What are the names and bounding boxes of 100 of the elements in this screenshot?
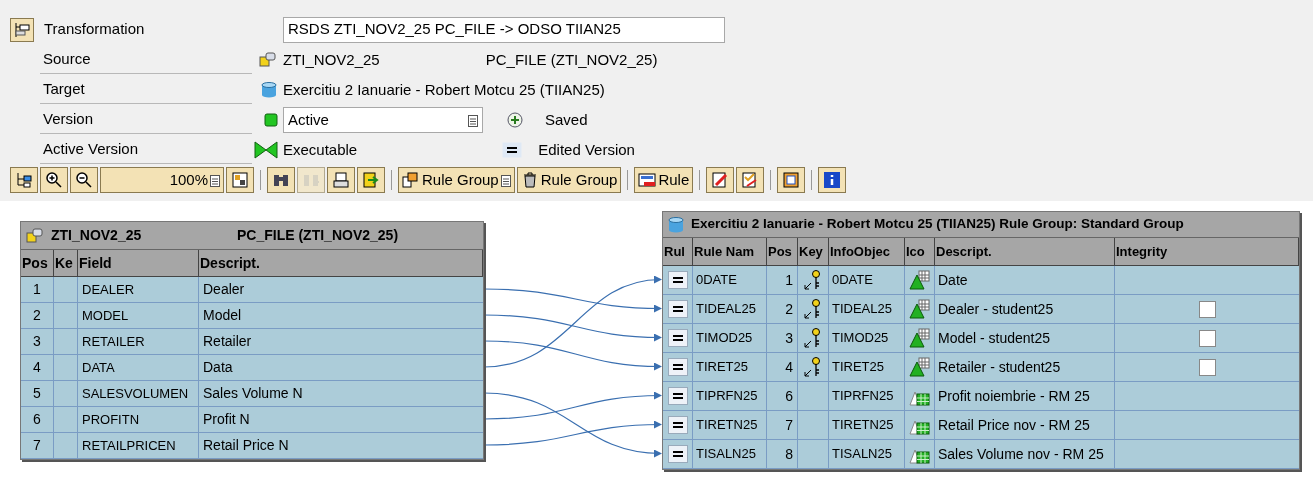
table-cell: TIMOD25 [693, 324, 767, 352]
integrity-checkbox[interactable] [1198, 300, 1216, 318]
table-cell: 2 [767, 295, 798, 323]
table-cell: 3 [21, 329, 54, 354]
hierarchy-icon [14, 21, 30, 38]
status-text: Saved [545, 109, 588, 130]
info-icon [823, 171, 842, 189]
equals-icon[interactable] [667, 300, 688, 318]
table-cell: DATA [78, 355, 199, 380]
table-cell: TIPRFN25 [829, 382, 905, 410]
table-cell-text: Dealer [202, 280, 246, 299]
key-icon [803, 298, 823, 320]
table-cell: 0DATE [693, 266, 767, 294]
table-cell: 7 [21, 433, 54, 458]
table-cell: Retailer - student25 [935, 353, 1115, 381]
table-cell-text: Profit N [202, 410, 251, 429]
dropdown-icon [210, 173, 220, 187]
column-header: Ke [54, 250, 78, 276]
toolbar-button[interactable] [818, 167, 847, 193]
key-icon [803, 269, 823, 291]
field-label: Version [40, 106, 252, 134]
table-title: Exercitiu 2 Ianuarie - Robert Motcu 25 (TIIAN25) Rule Group: Standard Group [691, 215, 1184, 234]
table-cell: PROFITN [78, 407, 199, 432]
plug-icon [258, 51, 278, 69]
table-cell: MODEL [78, 303, 199, 328]
table-cell: TIDEAL25 [693, 295, 767, 323]
table-cell: RETAILPRICEN [78, 433, 199, 458]
toolbar-button[interactable] [777, 167, 806, 193]
toolbar-button[interactable]: Rule [634, 167, 694, 193]
hierarchy-icon [15, 171, 33, 189]
table-subtitle: PC_FILE (ZTI_NOV2_25) [237, 226, 399, 245]
table-cell: 3 [767, 324, 798, 352]
column-header: Ico [905, 238, 935, 265]
table-cell: Model - student25 [935, 324, 1115, 352]
dropdown-icon [468, 113, 478, 127]
equals-icon[interactable] [667, 445, 688, 463]
table-cell-text: Retailer [202, 332, 253, 351]
equals-icon[interactable] [667, 416, 688, 434]
table-cell: SALESVOLUMEN [78, 381, 199, 406]
status-text: Edited Version [538, 139, 635, 160]
table-cell-text: Data [202, 358, 234, 377]
field-value: Executable [283, 139, 358, 160]
field-label: Transformation [44, 19, 146, 40]
integrity-checkbox[interactable] [1198, 329, 1216, 347]
transformation-button[interactable] [10, 17, 34, 42]
table-cell: TIDEAL25 [829, 295, 905, 323]
table-cell: TISALN25 [693, 440, 767, 468]
database-icon [667, 216, 685, 233]
table-cell-text: Retail Price N [202, 436, 290, 455]
toolbar-button[interactable] [10, 167, 38, 193]
new-group-icon [402, 171, 420, 189]
version-dropdown[interactable]: Active [283, 107, 483, 133]
table-title: ZTI_NOV2_25 [51, 226, 143, 245]
dropdown-icon [500, 173, 511, 187]
column-header: Descript. [935, 238, 1115, 265]
characteristic-icon [908, 270, 931, 290]
plug-icon [25, 226, 45, 245]
overview-icon [231, 171, 249, 189]
table-cell: RETAILER [78, 329, 199, 354]
column-header: Rule Nam [693, 238, 767, 265]
edit-icon [711, 171, 730, 189]
table-cell: TISALN25 [829, 440, 905, 468]
dropdown-button[interactable]: 100% [100, 167, 224, 193]
table-cell: Date [935, 266, 1115, 294]
toolbar-button[interactable]: Rule Group [516, 167, 622, 193]
toolbar-button[interactable] [40, 167, 68, 193]
table-cell: TIRETN25 [829, 411, 905, 439]
table-cell: Profit noiembrie - RM 25 [935, 382, 1115, 410]
transformation-field[interactable]: RSDS ZTI_NOV2_25 PC_FILE -> ODSO TIIAN25 [283, 16, 725, 43]
table-cell: TIPRFN25 [693, 382, 767, 410]
table-cell: 5 [21, 381, 54, 406]
field-label: Active Version [40, 136, 252, 164]
equals-icon[interactable] [667, 358, 688, 376]
toolbar-button[interactable] [70, 167, 98, 193]
equals-icon[interactable] [667, 329, 688, 347]
integrity-checkbox[interactable] [1198, 358, 1216, 376]
column-header: Pos [21, 250, 54, 276]
equals-icon[interactable] [667, 271, 688, 289]
bowtie-icon [254, 141, 278, 159]
key-icon [803, 327, 823, 349]
column-header: Integrity [1115, 238, 1299, 265]
table-cell: 1 [21, 277, 54, 302]
table-cell: 2 [21, 303, 54, 328]
key-icon [803, 356, 823, 378]
toolbar-button[interactable] [226, 167, 254, 193]
toolbar-button[interactable] [327, 167, 355, 193]
zoom-out-icon [75, 171, 93, 189]
dropdown-button[interactable]: Rule Group [398, 167, 515, 193]
table-cell: TIRET25 [829, 353, 905, 381]
field-value: Exercitiu 2 Ianuarie - Robert Motcu 25 (TIIAN25) [283, 79, 605, 100]
table-cell: TIRET25 [693, 353, 767, 381]
equals-icon[interactable] [667, 387, 688, 405]
toolbar-button[interactable] [267, 167, 295, 193]
table-cell: 4 [767, 353, 798, 381]
column-header: Field [78, 250, 199, 276]
table-cell: 6 [767, 382, 798, 410]
table-cell: 0DATE [829, 266, 905, 294]
table-cell: 1 [767, 266, 798, 294]
zoom-in-icon [45, 171, 63, 189]
print-icon [332, 171, 350, 189]
